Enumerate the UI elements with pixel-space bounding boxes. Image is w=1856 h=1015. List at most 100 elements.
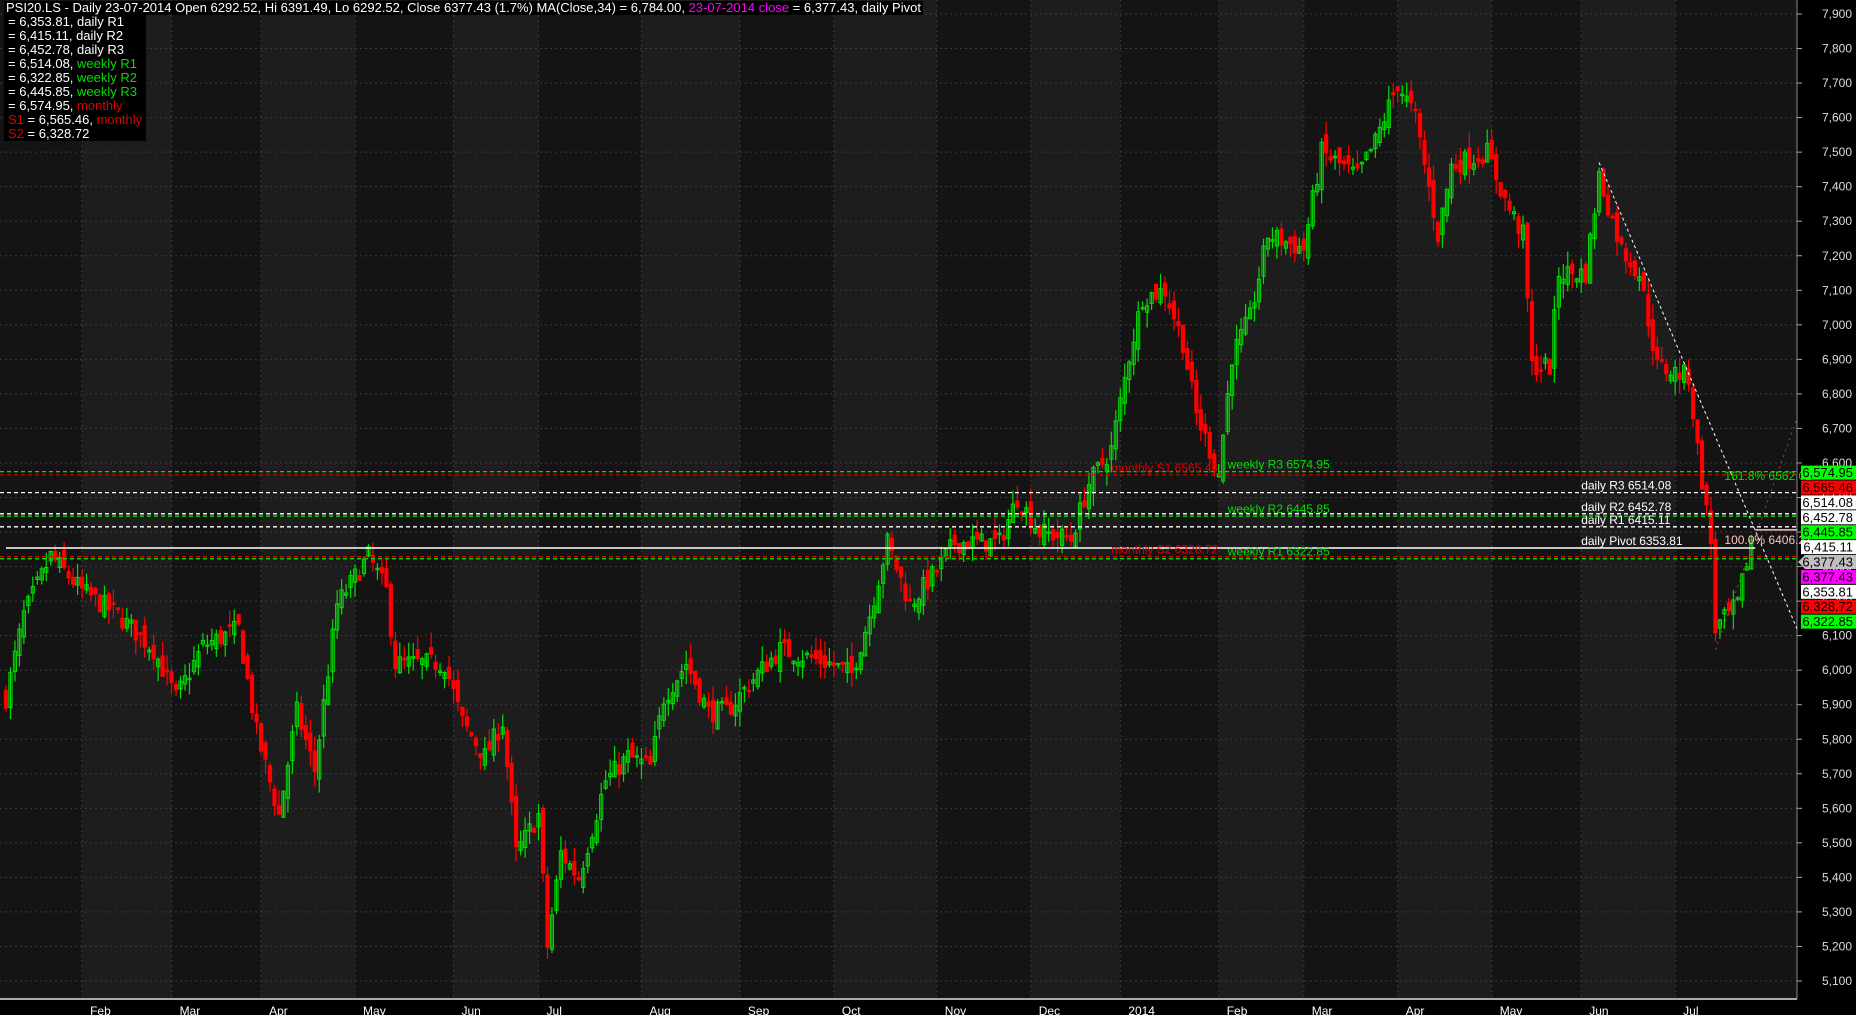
candle-body bbox=[496, 734, 501, 741]
pivot-level-label: weekly R1 6322.85 bbox=[1227, 545, 1330, 559]
candle-body bbox=[1453, 164, 1459, 169]
candle-body bbox=[1476, 158, 1481, 163]
month-band bbox=[538, 0, 642, 999]
candle-body bbox=[1699, 440, 1705, 490]
header-close-date: 23-07-2014 close bbox=[688, 0, 790, 15]
badge-text: 6,452.78 bbox=[1802, 510, 1853, 525]
candle-body bbox=[1153, 284, 1159, 300]
y-tick-label: 5,800 bbox=[1822, 732, 1852, 746]
candle-body bbox=[1064, 535, 1069, 538]
y-tick-label: 5,300 bbox=[1822, 905, 1852, 919]
candle bbox=[1221, 434, 1226, 484]
candlestick-chart[interactable]: 5,100 5,200 5,300 5,400 5,500 5,600 5,700 5,800… bbox=[0, 0, 1856, 1015]
candle-body bbox=[384, 568, 389, 588]
candle-body bbox=[1409, 90, 1414, 104]
candle-body bbox=[1167, 303, 1172, 309]
legend-label: weekly R3 bbox=[77, 84, 137, 99]
header-ohlc: PSI20.LS - Daily 23-07-2014 Open 6292.52… bbox=[6, 0, 689, 15]
candle-body bbox=[1664, 364, 1669, 374]
x-tick-label: Apr bbox=[269, 1004, 288, 1015]
candle-body bbox=[250, 674, 255, 714]
candle-body bbox=[1413, 108, 1418, 112]
legend-row: = 6,574.95, monthly bbox=[6, 99, 125, 113]
candle-body bbox=[1614, 212, 1620, 242]
candle-body bbox=[1301, 238, 1306, 251]
x-tick-label: Nov bbox=[945, 1004, 966, 1015]
candle bbox=[250, 671, 255, 720]
badge-text: 6,565.46 bbox=[1802, 480, 1853, 495]
legend-row: = 6,452.78, daily R3 bbox=[6, 43, 126, 57]
candle-body bbox=[992, 530, 998, 539]
candle-body bbox=[1677, 372, 1682, 381]
candle-body bbox=[487, 741, 492, 751]
candle-body bbox=[263, 742, 268, 760]
candle-body bbox=[809, 654, 814, 658]
candle-body bbox=[643, 755, 649, 759]
candle-body bbox=[894, 555, 899, 571]
candle-body bbox=[831, 662, 836, 667]
candle-body bbox=[1426, 167, 1432, 187]
axis-price-badge: 6,574.95 bbox=[1801, 465, 1856, 480]
candle-body bbox=[1082, 500, 1087, 507]
x-tick-label: Sep bbox=[748, 1004, 770, 1015]
candle-body bbox=[1176, 321, 1181, 327]
pivot-level-label: monthly S1 6565.46 bbox=[1111, 461, 1218, 475]
month-band bbox=[1675, 0, 1797, 999]
legend-value: = 6,328.72 bbox=[23, 126, 90, 141]
candle bbox=[697, 676, 702, 706]
candle-body bbox=[1337, 147, 1342, 164]
month-band bbox=[1120, 0, 1219, 999]
candle-body bbox=[1659, 359, 1664, 362]
legend-value: = 6,353.81, bbox=[8, 14, 78, 29]
axis-price-badge: 6,377.43 bbox=[1798, 555, 1856, 570]
candle-body bbox=[245, 655, 250, 679]
candle-body bbox=[572, 861, 577, 876]
pivot-level-label: daily R1 6415.11 bbox=[1581, 513, 1671, 527]
legend-row: = 6,353.81, daily R1 bbox=[6, 15, 126, 29]
badge-text: 6,574.95 bbox=[1802, 465, 1853, 480]
x-tick-label: Apr bbox=[1406, 1004, 1425, 1015]
candle-body bbox=[393, 640, 398, 669]
candle-body bbox=[169, 671, 174, 684]
candle-body bbox=[782, 639, 787, 644]
candle-body bbox=[1328, 156, 1333, 161]
candle-body bbox=[531, 828, 537, 833]
candle-body bbox=[903, 583, 908, 602]
fib-label: 161.8% 6562.01 bbox=[1724, 469, 1812, 483]
month-band bbox=[355, 0, 454, 999]
candle-body bbox=[478, 752, 483, 758]
x-tick-label: Jun bbox=[462, 1004, 481, 1015]
candle-body bbox=[1529, 301, 1535, 362]
candle bbox=[1601, 167, 1606, 198]
y-tick-label: 5,500 bbox=[1822, 836, 1852, 850]
candle-body bbox=[433, 661, 438, 671]
candle-body bbox=[1324, 134, 1329, 154]
candle-body bbox=[379, 566, 384, 574]
candle-body bbox=[303, 725, 308, 741]
candle-body bbox=[93, 587, 98, 595]
candle-body bbox=[1391, 92, 1396, 96]
candle-body bbox=[429, 646, 434, 655]
candle-body bbox=[1534, 356, 1539, 375]
candle-body bbox=[764, 661, 769, 673]
axis-price-badge: 6,322.85 bbox=[1801, 614, 1856, 629]
pivot-level-label: daily R2 6452.78 bbox=[1581, 500, 1671, 514]
candle-body bbox=[1015, 500, 1020, 508]
candle-body bbox=[724, 697, 729, 706]
candle-body bbox=[710, 700, 716, 723]
candle-body bbox=[1418, 113, 1423, 138]
candle bbox=[258, 722, 264, 755]
candle-body bbox=[1355, 163, 1360, 169]
candle-body bbox=[415, 649, 420, 660]
y-tick-label: 7,600 bbox=[1822, 111, 1852, 125]
candle-body bbox=[66, 570, 71, 579]
candle-body bbox=[509, 762, 514, 803]
pivot-level-label: daily Pivot 6353.81 bbox=[1581, 534, 1683, 548]
candle-body bbox=[1494, 154, 1499, 181]
axis-price-badge: 6,514.08 bbox=[1801, 495, 1856, 510]
y-tick-label: 5,100 bbox=[1822, 974, 1852, 988]
candle bbox=[1699, 436, 1705, 490]
month-band bbox=[1030, 0, 1121, 999]
candle bbox=[1641, 271, 1646, 292]
candle bbox=[554, 875, 559, 915]
